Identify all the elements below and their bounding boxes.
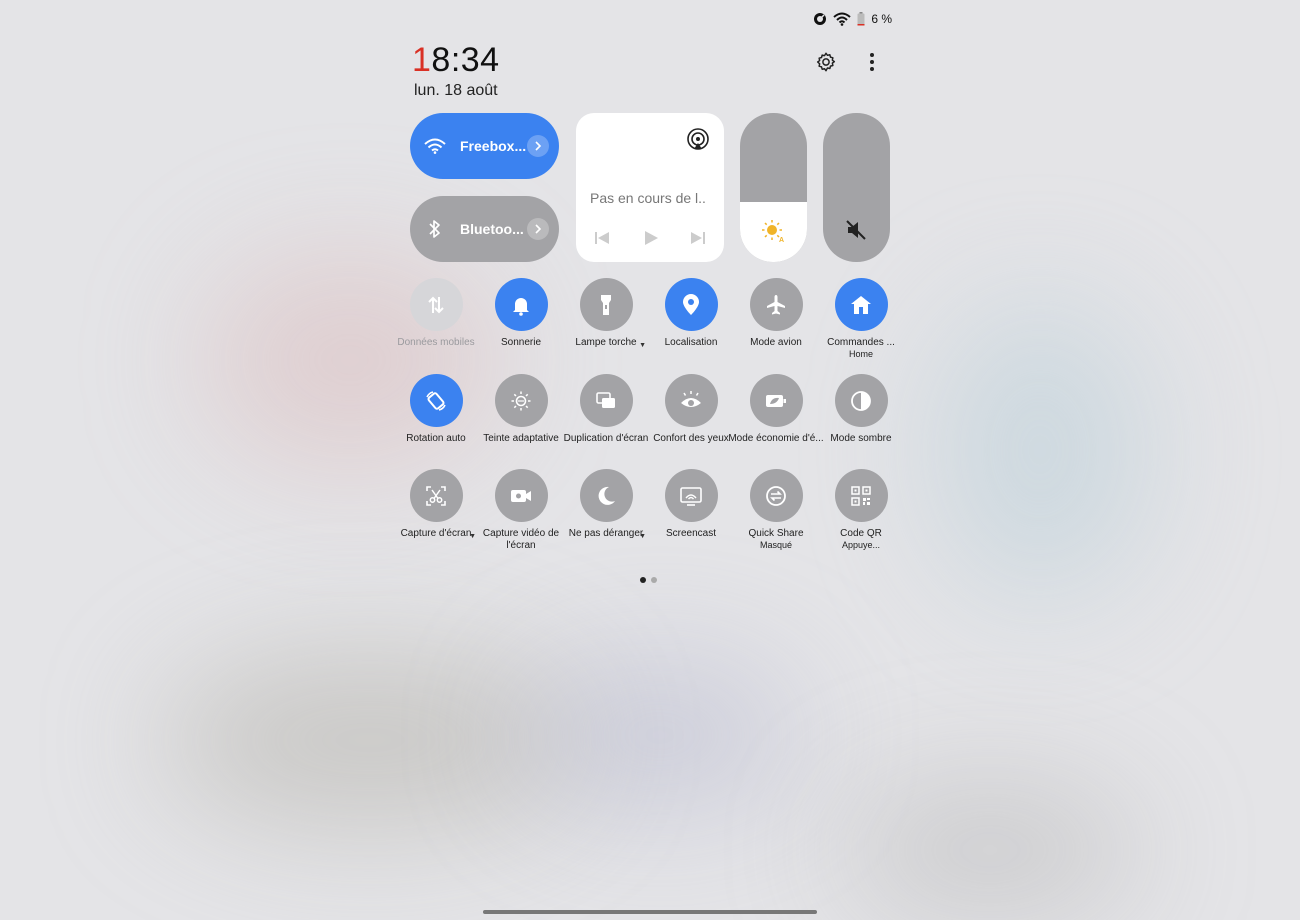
clock-rest: 8:34 <box>431 41 500 79</box>
location-pin-icon <box>680 293 702 317</box>
wifi-tile[interactable]: Freebox... <box>410 113 559 179</box>
toggle-tile-button[interactable] <box>579 469 633 522</box>
battery-icon <box>857 12 865 26</box>
kebab-menu-icon <box>870 53 874 71</box>
gear-icon <box>816 52 836 72</box>
media-output-button[interactable] <box>686 127 710 156</box>
chevron-right-icon <box>535 141 542 151</box>
toggle-tile-label: Commandes ... <box>827 337 895 348</box>
toggle-tile-button[interactable] <box>749 374 803 427</box>
more-options-button[interactable] <box>858 48 886 76</box>
flashlight-icon <box>595 293 617 317</box>
play-icon <box>645 231 658 245</box>
toggle-tile-button[interactable] <box>834 278 888 331</box>
toggle-tile-label: Code QR <box>840 528 882 539</box>
adaptive-tint-icon <box>510 390 532 412</box>
bluetooth-tile[interactable]: Bluetoo... <box>410 196 559 262</box>
moon-icon <box>595 485 617 507</box>
toggle-tile-button[interactable] <box>664 469 718 522</box>
toggle-tile-sublabel: Home <box>848 348 873 359</box>
volume-muted-icon <box>845 219 867 246</box>
toggle-tile-button[interactable] <box>664 374 718 427</box>
dark-mode-icon <box>850 390 872 412</box>
auto-brightness-icon: A <box>761 219 787 248</box>
status-bar: 6 % <box>813 12 892 26</box>
battery-percent: 6 % <box>871 12 892 26</box>
battery-saver-icon <box>764 390 788 412</box>
play-button[interactable] <box>643 230 659 251</box>
chevron-right-icon <box>535 224 542 234</box>
toggle-tile-button[interactable] <box>579 374 633 427</box>
screen-record-icon <box>509 485 533 507</box>
screen-mirror-icon <box>595 390 617 412</box>
bluetooth-icon <box>429 220 440 238</box>
toggle-tile-dark-mode[interactable]: Mode sombre <box>811 374 911 445</box>
quick-share-icon <box>765 485 787 507</box>
media-player-card[interactable]: Pas en cours de l.. <box>576 113 724 262</box>
toggle-tile-button[interactable] <box>579 278 633 331</box>
toggle-tile-qr-code[interactable]: Code QR Appuye... <box>811 469 911 551</box>
screenshot-scissors-icon <box>425 485 447 507</box>
page-dot-1[interactable] <box>640 577 646 583</box>
toggle-tile-button[interactable] <box>409 278 463 331</box>
wifi-details-button[interactable] <box>527 135 549 157</box>
next-track-button[interactable] <box>690 230 706 251</box>
page-indicator <box>640 577 657 583</box>
wifi-icon <box>424 138 446 154</box>
bluetooth-details-button[interactable] <box>527 218 549 240</box>
clock-first-digit: 1 <box>412 41 432 79</box>
date[interactable]: lun. 18 août <box>414 82 498 100</box>
toggle-tile-button[interactable] <box>749 278 803 331</box>
toggle-tile-button[interactable] <box>664 278 718 331</box>
previous-track-button[interactable] <box>594 230 610 251</box>
bluetooth-tile-label: Bluetoo... <box>460 221 524 237</box>
skip-previous-icon <box>595 232 609 244</box>
toggle-tile-home[interactable]: Commandes ... Home <box>811 278 911 360</box>
data-saver-icon <box>813 12 827 26</box>
toggle-tile-button[interactable] <box>834 469 888 522</box>
clock[interactable]: 18:34 <box>412 40 500 80</box>
toggle-tile-button[interactable] <box>494 278 548 331</box>
wifi-tile-label: Freebox... <box>460 138 527 154</box>
toggle-tile-sublabel: Appuye... <box>841 539 881 550</box>
eye-icon <box>679 390 703 412</box>
wifi-signal-icon <box>833 12 851 26</box>
volume-slider[interactable] <box>823 113 890 262</box>
home-icon <box>850 294 872 316</box>
mobile-data-icon <box>425 294 447 316</box>
toggle-tile-button[interactable] <box>409 469 463 522</box>
toggle-tile-button[interactable] <box>834 374 888 427</box>
media-title: Pas en cours de l.. <box>590 190 706 206</box>
toggle-tile-button[interactable] <box>494 374 548 427</box>
toggle-tile-label: Mode sombre <box>830 433 892 444</box>
brightness-slider[interactable]: A <box>740 113 807 262</box>
bell-icon <box>510 294 532 316</box>
auto-rotate-icon <box>424 389 448 413</box>
screencast-icon <box>679 485 703 507</box>
toggle-tile-button[interactable] <box>749 469 803 522</box>
page-dot-2[interactable] <box>651 577 657 583</box>
toggle-tile-button[interactable] <box>494 469 548 522</box>
cast-output-icon <box>687 128 709 150</box>
skip-next-icon <box>691 232 705 244</box>
gesture-navigation-handle[interactable] <box>483 910 817 914</box>
qr-code-icon <box>850 485 872 507</box>
toggle-tile-button[interactable] <box>409 374 463 427</box>
settings-button[interactable] <box>812 48 840 76</box>
airplane-icon <box>765 294 787 316</box>
svg-text:A: A <box>779 237 784 243</box>
